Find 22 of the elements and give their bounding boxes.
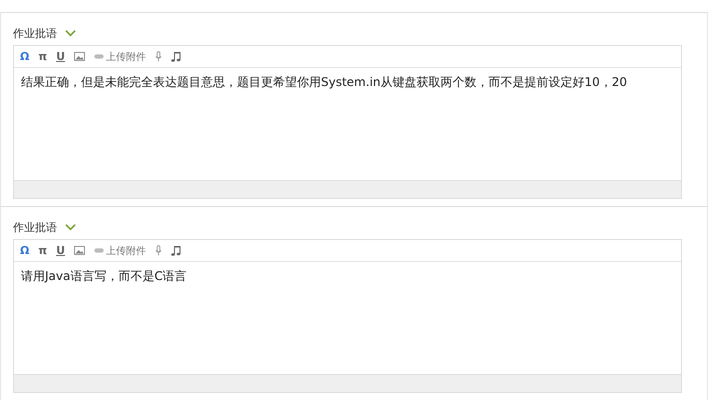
- upload-attachment-button[interactable]: 上传附件: [106, 244, 146, 258]
- music-note-icon[interactable]: [171, 51, 181, 62]
- microphone-icon[interactable]: [155, 245, 162, 256]
- upload-attachment-button[interactable]: 上传附件: [106, 50, 146, 64]
- symbol-button[interactable]: Ω: [20, 244, 30, 257]
- microphone-icon[interactable]: [155, 51, 162, 62]
- underline-button[interactable]: U: [56, 50, 65, 63]
- image-icon[interactable]: [74, 52, 85, 61]
- comment-text-area[interactable]: 结果正确，但是未能完全表达题目意思，题目更希望你用System.in从键盘获取两个数，而不是提前设定好10，20: [14, 68, 681, 180]
- symbol-button[interactable]: Ω: [20, 50, 30, 63]
- image-icon[interactable]: [74, 246, 85, 255]
- chevron-down-icon[interactable]: [65, 29, 76, 37]
- link-icon[interactable]: [94, 54, 104, 59]
- link-icon[interactable]: [94, 248, 104, 253]
- symbol-button[interactable]: π: [38, 50, 48, 63]
- symbol-button[interactable]: π: [38, 244, 48, 257]
- comment-label: 作业批语: [13, 220, 57, 234]
- music-note-icon[interactable]: [171, 245, 181, 256]
- chevron-down-icon[interactable]: [65, 223, 76, 231]
- comment-label: 作业批语: [13, 26, 57, 40]
- underline-button[interactable]: U: [56, 244, 65, 257]
- comment-text-area[interactable]: 请用Java语言写，而不是C语言: [14, 262, 681, 374]
